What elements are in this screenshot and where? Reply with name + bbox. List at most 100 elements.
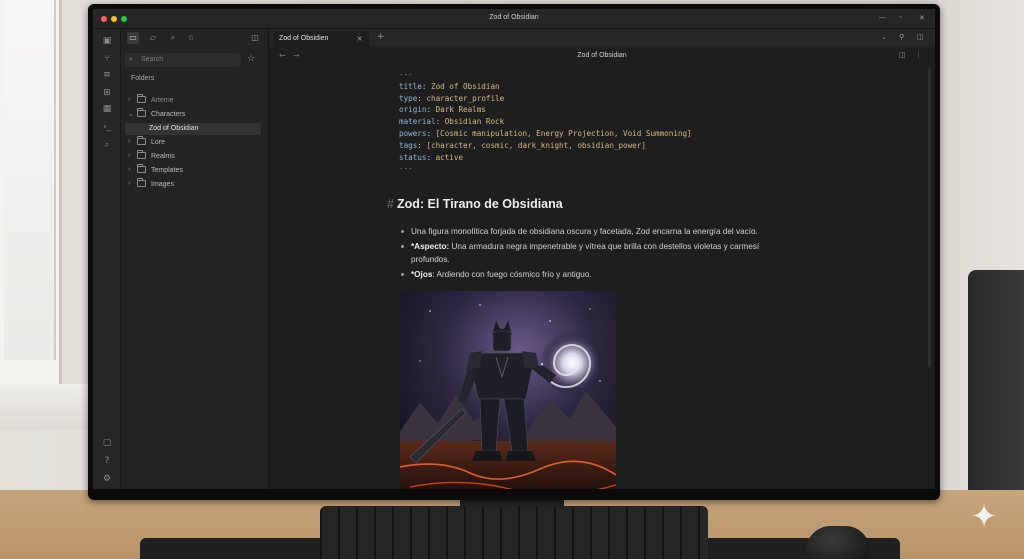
fm-value-status: active [435, 152, 464, 162]
chevron-right-icon: › [128, 180, 131, 187]
tree-label: Characters [151, 111, 186, 118]
tree-label: Lore [151, 139, 166, 146]
list-item-bold: *Ojos [411, 270, 433, 279]
folder-icon [137, 164, 146, 173]
new-folder-icon[interactable]: ▱ [147, 32, 159, 44]
search-placeholder: Search [141, 56, 164, 63]
tree-folder-lore[interactable]: › Lore [125, 136, 261, 149]
chevron-right-icon: › [128, 138, 131, 145]
chevron-right-icon: › [128, 96, 131, 103]
fm-key-title: title [399, 81, 422, 91]
folder-icon [137, 136, 146, 145]
database-icon[interactable]: ≡ [101, 69, 113, 81]
new-tab-icon[interactable]: + [377, 32, 385, 42]
tree-label: Templates [151, 167, 183, 174]
folder-icon [137, 108, 146, 117]
list-item-text: Una armadura negra impenetrable y vítrea… [411, 242, 760, 264]
app-window: Zod of Obsidian — ▫ ✕ ▣ ⑂ ≡ ⊞ ▦ ›_ ⌕ ▢ ?… [93, 9, 935, 489]
folder-icon [137, 94, 146, 103]
more-options-icon[interactable]: ⋮ [915, 51, 922, 59]
mouse [806, 526, 870, 559]
fm-value-tags: [character, cosmic, dark_knight, obsidia… [426, 140, 646, 150]
sidebar-toggle-icon[interactable]: ◫ [249, 32, 261, 44]
terminal-icon[interactable]: ›_ [101, 121, 113, 133]
heading-text: Zod: El Tirano de Obsidiana [396, 197, 563, 211]
list-item-text: Una figura monolítica forjada de obsidia… [411, 227, 758, 236]
bookmark-star-icon[interactable]: ☆ [185, 32, 197, 44]
list-item-bold: *Aspecto: [411, 242, 450, 251]
tree-folder-images[interactable]: › Images [125, 178, 261, 191]
git-branch-icon[interactable]: ⑂ [101, 53, 113, 65]
chevron-down-icon[interactable]: ⌄ [881, 33, 887, 41]
list-item[interactable]: *Ojos: Ardiendo con fuego cósmico frío y… [399, 268, 799, 281]
folder-icon [137, 178, 146, 187]
tree-folder-characters[interactable]: ⌄ Characters [125, 108, 261, 121]
folders-heading: Folders [131, 75, 155, 82]
help-icon[interactable]: ? [101, 455, 113, 467]
star-icon[interactable]: ☆ [247, 54, 255, 64]
embedded-character-image[interactable] [400, 291, 616, 489]
editor-pane: ← → Zod of Obsidian ◫ ⋮ --- title: Zod o… [269, 47, 935, 489]
document-title: Zod of Obsidian [577, 52, 627, 59]
reading-view-icon[interactable]: ◫ [899, 51, 906, 59]
grid-icon[interactable]: ⊞ [101, 87, 113, 99]
vault-icon[interactable]: ▢ [101, 437, 113, 449]
list-item-text: : Ardiendo con fuego cósmico frío y anti… [432, 270, 592, 279]
fm-key-status: status [399, 152, 427, 162]
calendar-icon[interactable]: ▦ [101, 103, 113, 115]
fm-key-material: material [399, 117, 436, 127]
chevron-down-icon: ⌄ [128, 111, 134, 118]
search-icon[interactable]: ⌕ [167, 32, 179, 44]
window-sill [0, 384, 92, 430]
frontmatter-block[interactable]: --- title: Zod of Obsidian type: charact… [399, 69, 692, 175]
fm-key-origin: origin [399, 105, 427, 115]
fm-value-material: Obsidian Rock [444, 117, 505, 127]
tag-icon[interactable]: ⌕ [101, 139, 113, 151]
ribbon: ▣ ⑂ ≡ ⊞ ▦ ›_ ⌕ ▢ ? ⚙ [93, 29, 121, 489]
file-explorer-sidebar: ▭ ▱ ⌕ ☆ ◫ ⌕ Search ☆ Folders › Arteme ⌄ … [121, 29, 269, 489]
list-item[interactable]: Una figura monolítica forjada de obsidia… [399, 225, 799, 238]
fm-value-powers: [Cosmic manipulation, Energy Projection,… [435, 128, 692, 138]
bullet-list: Una figura monolítica forjada de obsidia… [399, 225, 799, 283]
tab-bar: Zod of Obsidien × + ⌄ ⚲ ◫ [269, 29, 935, 47]
heading-marker: # [387, 197, 394, 211]
tree-folder-templates[interactable]: › Templates [125, 164, 261, 177]
frontmatter-delimiter: --- [399, 164, 413, 174]
folder-open-icon[interactable]: ▭ [127, 32, 139, 44]
tree-label: Zod of Obsidian [149, 125, 199, 132]
minimize-icon[interactable]: — [879, 14, 886, 21]
window-title: Zod of Obsidian [489, 14, 539, 21]
restore-icon[interactable]: ▫ [899, 14, 901, 21]
search-icon: ⌕ [129, 55, 133, 63]
close-tab-icon[interactable]: × [356, 34, 363, 43]
character-artwork [400, 291, 616, 489]
tree-label: Images [151, 181, 174, 188]
fm-key-powers: powers [399, 128, 427, 138]
tree-folder-realms[interactable]: › Realms [125, 150, 261, 163]
pin-icon[interactable]: ⚲ [899, 33, 904, 41]
room-window [0, 0, 62, 410]
sidebar-toolbar: ▭ ▱ ⌕ ☆ ◫ [121, 29, 269, 47]
frontmatter-delimiter: --- [399, 70, 413, 79]
close-icon[interactable]: ✕ [919, 14, 925, 22]
title-bar: Zod of Obsidian — ▫ ✕ [93, 9, 935, 29]
settings-icon[interactable]: ⚙ [101, 473, 113, 485]
keyboard [320, 506, 708, 559]
tree-label: Realms [151, 153, 175, 160]
tree-folder-arteme[interactable]: › Arteme [125, 94, 261, 107]
search-input[interactable]: ⌕ Search [125, 53, 241, 67]
folder-icon [137, 150, 146, 159]
chevron-right-icon: › [128, 166, 131, 173]
document-heading[interactable]: # Zod: El Tirano de Obsidiana [387, 197, 563, 211]
list-item[interactable]: *Aspecto: Una armadura negra impenetrabl… [399, 240, 799, 266]
fm-value-type: character_profile [426, 93, 505, 103]
window-pane [4, 0, 56, 360]
fm-key-tags: tags [399, 140, 418, 150]
speaker [968, 270, 1024, 500]
scrollbar[interactable] [928, 67, 931, 367]
files-icon[interactable]: ▣ [101, 35, 113, 47]
sparkle-icon: ✦ [970, 497, 998, 535]
tab-zod-of-obsidian[interactable]: Zod of Obsidien × [273, 31, 369, 47]
split-pane-icon[interactable]: ◫ [917, 33, 924, 41]
tree-file-zod-of-obsidian[interactable]: Zod of Obsidian [125, 123, 261, 135]
